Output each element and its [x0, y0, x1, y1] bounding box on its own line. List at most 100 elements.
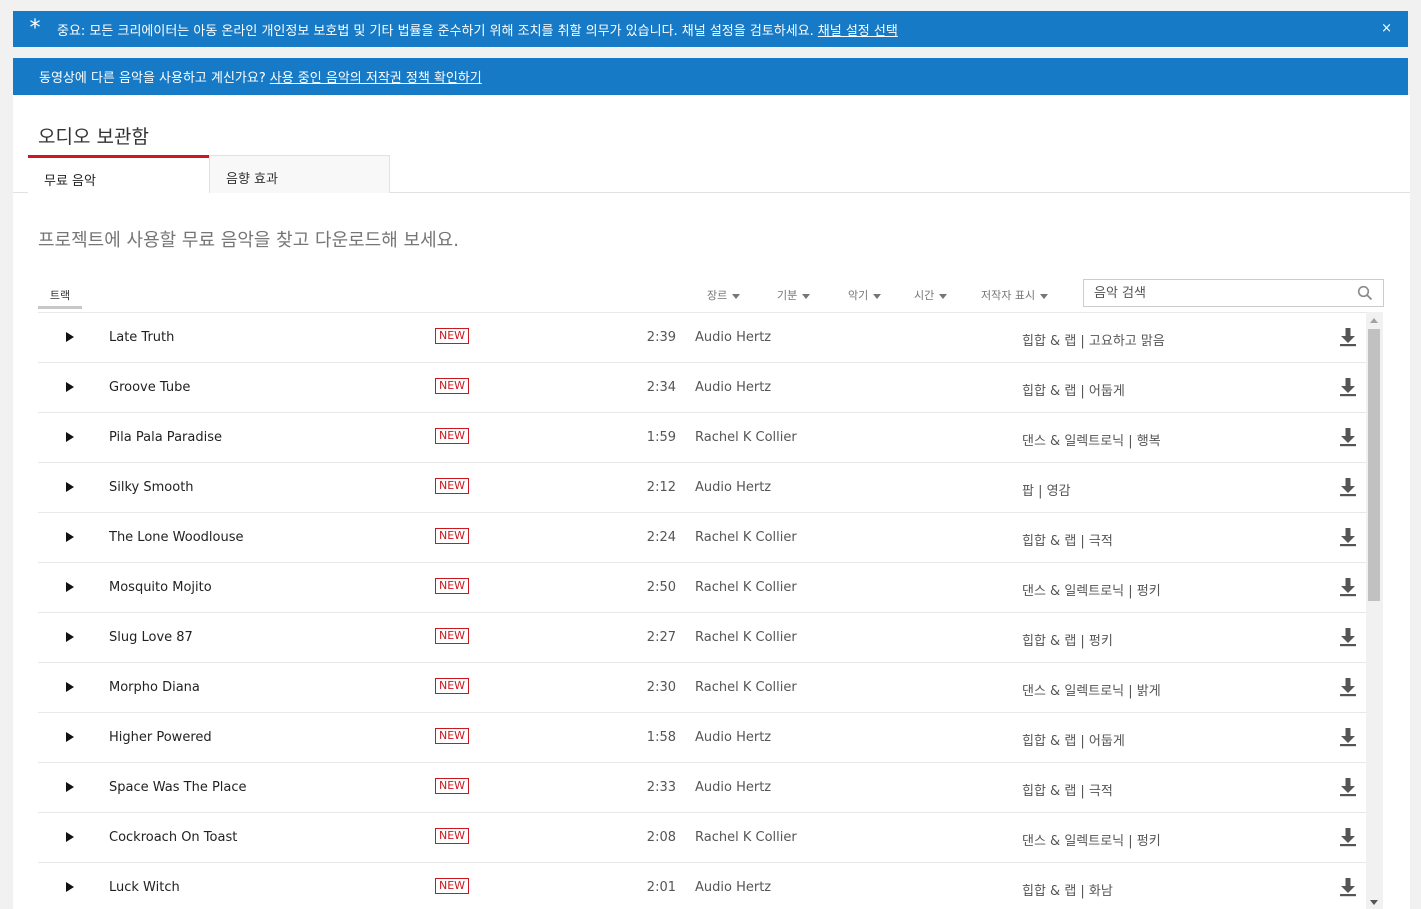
- scrollbar-thumb[interactable]: [1368, 329, 1380, 601]
- download-icon[interactable]: [1339, 677, 1357, 697]
- search-input[interactable]: [1084, 280, 1344, 306]
- scroll-down-arrow-icon[interactable]: [1370, 900, 1378, 905]
- track-row[interactable]: Groove Tube NEW 2:34 Audio Hertz 힙합 & 랩 | 어둡…: [38, 363, 1366, 413]
- music-policy-banner: 동영상에 다른 음악을 사용하고 계신가요? 사용 중인 음악의 저작권 정책 …: [13, 58, 1408, 95]
- play-icon[interactable]: [66, 482, 74, 492]
- track-artist[interactable]: Rachel K Collier: [695, 680, 797, 695]
- instrument-dropdown[interactable]: 악기: [848, 287, 882, 303]
- new-badge: NEW: [435, 578, 470, 594]
- track-row[interactable]: Mosquito Mojito NEW 2:50 Rachel K Collier 댄스…: [38, 563, 1366, 613]
- track-row[interactable]: Morpho Diana NEW 2:30 Rachel K Collier 댄스 & …: [38, 663, 1366, 713]
- track-row[interactable]: Pila Pala Paradise NEW 1:59 Rachel K Collie…: [38, 413, 1366, 463]
- tab-sound-effects[interactable]: 음향 효과: [209, 155, 390, 193]
- play-icon[interactable]: [66, 332, 74, 342]
- track-row[interactable]: Slug Love 87 NEW 2:27 Rachel K Collier 힙합 & …: [38, 613, 1366, 663]
- download-icon[interactable]: [1339, 877, 1357, 897]
- play-icon[interactable]: [66, 532, 74, 542]
- track-artist[interactable]: Audio Hertz: [695, 880, 771, 895]
- track-duration: 2:24: [646, 530, 676, 545]
- track-artist[interactable]: Rachel K Collier: [695, 630, 797, 645]
- download-icon[interactable]: [1339, 627, 1357, 647]
- track-duration: 2:50: [646, 580, 676, 595]
- track-row[interactable]: Cockroach On Toast NEW 2:08 Rachel K Collie…: [38, 813, 1366, 863]
- track-list: Late Truth NEW 2:39 Audio Hertz 힙합 & 랩 | 고요하…: [38, 312, 1366, 909]
- track-artist[interactable]: Audio Hertz: [695, 780, 771, 795]
- track-row[interactable]: Silky Smooth NEW 2:12 Audio Hertz 팝 | 영감: [38, 463, 1366, 513]
- track-title: Morpho Diana: [109, 680, 200, 695]
- track-row[interactable]: The Lone Woodlouse NEW 2:24 Rachel K Collie…: [38, 513, 1366, 563]
- search-icon[interactable]: [1357, 285, 1373, 301]
- track-genre-mood: 댄스 & 일렉트로닉 | 펑키: [1022, 584, 1161, 599]
- track-row[interactable]: Luck Witch NEW 2:01 Audio Hertz 힙합 & 랩 | 화남: [38, 863, 1366, 909]
- intro-text: 프로젝트에 사용할 무료 음악을 찾고 다운로드해 보세요.: [38, 230, 459, 251]
- track-duration: 1:58: [646, 730, 676, 745]
- play-icon[interactable]: [66, 382, 74, 392]
- play-icon[interactable]: [66, 782, 74, 792]
- download-icon[interactable]: [1339, 827, 1357, 847]
- track-artist[interactable]: Rachel K Collier: [695, 530, 797, 545]
- page-title: 오디오 보관함: [38, 126, 149, 148]
- close-icon[interactable]: ×: [1381, 11, 1392, 47]
- track-title: Cockroach On Toast: [109, 830, 238, 845]
- track-artist[interactable]: Audio Hertz: [695, 730, 771, 745]
- track-row[interactable]: Late Truth NEW 2:39 Audio Hertz 힙합 & 랩 | 고요하…: [38, 313, 1366, 363]
- track-artist[interactable]: Rachel K Collier: [695, 580, 797, 595]
- download-icon[interactable]: [1339, 577, 1357, 597]
- track-artist[interactable]: Audio Hertz: [695, 330, 771, 345]
- filter-bar: 트랙 장르 기분 악기 시간 저작자 표시: [38, 278, 1384, 310]
- download-icon[interactable]: [1339, 477, 1357, 497]
- download-icon[interactable]: [1339, 727, 1357, 747]
- download-icon[interactable]: [1339, 777, 1357, 797]
- new-badge: NEW: [435, 878, 470, 894]
- track-duration: 2:08: [646, 830, 676, 845]
- track-title: Space Was The Place: [109, 780, 247, 795]
- tab-free-music[interactable]: 무료 음악: [28, 155, 209, 194]
- download-icon[interactable]: [1339, 377, 1357, 397]
- caret-down-icon: [732, 293, 741, 299]
- mood-dropdown[interactable]: 기분: [777, 287, 811, 303]
- notice-banner: * 중요: 모든 크리에이터는 아동 온라인 개인정보 보호법 및 기타 법률을…: [13, 11, 1408, 47]
- track-genre-mood: 힙합 & 랩 | 어둡게: [1022, 384, 1125, 399]
- track-duration: 2:30: [646, 680, 676, 695]
- track-artist[interactable]: Audio Hertz: [695, 380, 771, 395]
- download-icon[interactable]: [1339, 527, 1357, 547]
- play-icon[interactable]: [66, 732, 74, 742]
- track-duration: 2:34: [646, 380, 676, 395]
- play-icon[interactable]: [66, 682, 74, 692]
- track-title: Higher Powered: [109, 730, 212, 745]
- track-genre-mood: 힙합 & 랩 | 극적: [1022, 534, 1113, 549]
- track-artist[interactable]: Rachel K Collier: [695, 430, 797, 445]
- tracks-tab[interactable]: 트랙: [38, 278, 82, 309]
- copyright-policy-link[interactable]: 사용 중인 음악의 저작권 정책 확인하기: [270, 67, 482, 86]
- download-icon[interactable]: [1339, 327, 1357, 347]
- track-title: Late Truth: [109, 330, 175, 345]
- play-icon[interactable]: [66, 632, 74, 642]
- caret-down-icon: [802, 293, 811, 299]
- instrument-dropdown-label: 악기: [848, 289, 869, 302]
- track-title: Mosquito Mojito: [109, 580, 212, 595]
- play-icon[interactable]: [66, 432, 74, 442]
- track-duration: 2:27: [646, 630, 676, 645]
- new-badge: NEW: [435, 628, 470, 644]
- play-icon[interactable]: [66, 582, 74, 592]
- music-search: [1083, 279, 1384, 307]
- genre-dropdown[interactable]: 장르: [707, 287, 741, 303]
- track-artist[interactable]: Rachel K Collier: [695, 830, 797, 845]
- track-genre-mood: 댄스 & 일렉트로닉 | 행복: [1022, 434, 1161, 449]
- download-icon[interactable]: [1339, 427, 1357, 447]
- track-title: The Lone Woodlouse: [109, 530, 244, 545]
- audio-library-panel: 오디오 보관함 무료 음악 음향 효과 프로젝트에 사용할 무료 음악을 찾고 …: [13, 95, 1410, 909]
- track-row[interactable]: Space Was The Place NEW 2:33 Audio Hertz 힙합 …: [38, 763, 1366, 813]
- new-badge: NEW: [435, 728, 470, 744]
- duration-dropdown[interactable]: 시간: [914, 287, 948, 303]
- play-icon[interactable]: [66, 832, 74, 842]
- track-list-scrollbar[interactable]: [1366, 312, 1383, 909]
- track-artist[interactable]: Audio Hertz: [695, 480, 771, 495]
- play-icon[interactable]: [66, 882, 74, 892]
- channel-settings-link[interactable]: 채널 설정 선택: [818, 20, 898, 39]
- track-title: Groove Tube: [109, 380, 191, 395]
- scroll-up-arrow-icon[interactable]: [1370, 318, 1378, 323]
- track-genre-mood: 힙합 & 랩 | 펑키: [1022, 634, 1113, 649]
- track-row[interactable]: Higher Powered NEW 1:58 Audio Hertz 힙합 & 랩 |…: [38, 713, 1366, 763]
- attribution-dropdown[interactable]: 저작자 표시: [981, 287, 1049, 303]
